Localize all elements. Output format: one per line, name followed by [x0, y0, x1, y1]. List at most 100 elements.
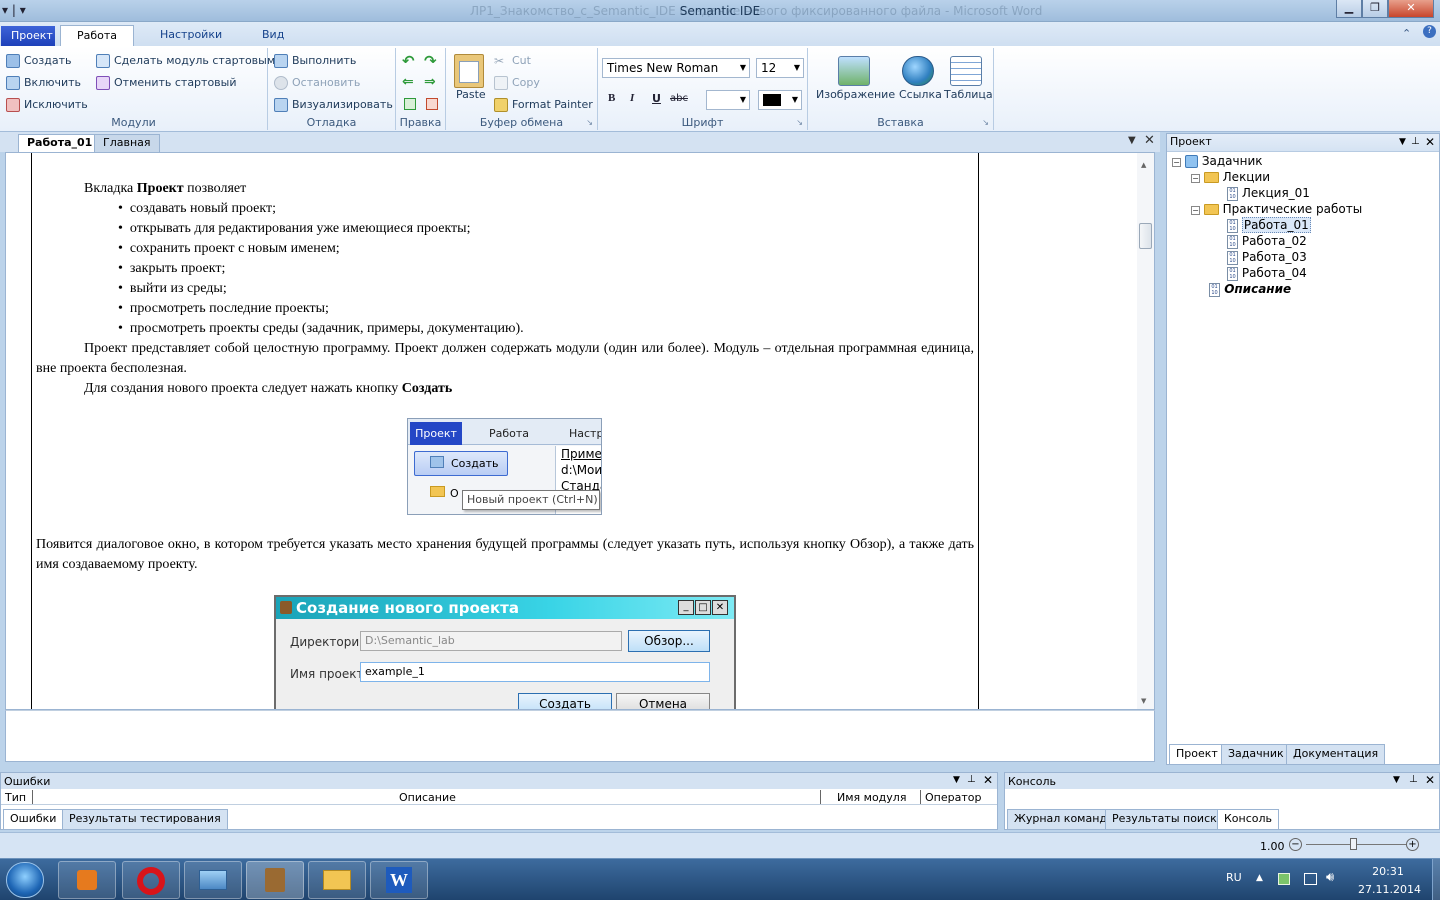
include-module-button[interactable]: Включить — [6, 76, 81, 90]
tree-work-01[interactable]: 01 10 Работа_01 — [1227, 217, 1311, 233]
tree-work-04[interactable]: 01 10 Работа_04 — [1227, 266, 1307, 281]
tab-project[interactable]: Проект — [1, 26, 55, 47]
clock-time[interactable]: 20:31 — [1358, 865, 1418, 878]
tab-work[interactable]: Работа — [60, 25, 134, 46]
exclude-module-button[interactable]: Исключить — [6, 98, 88, 112]
tab-command-log[interactable]: Журнал команд — [1007, 809, 1115, 829]
close-panel-icon[interactable]: ✕ — [1425, 773, 1435, 787]
close-panel-icon[interactable]: ✕ — [1425, 134, 1435, 150]
help-icon[interactable]: ? — [1423, 25, 1436, 38]
editor-scrollbar[interactable]: ▲ ▼ — [1137, 153, 1154, 709]
taskbar-word[interactable]: W — [370, 861, 428, 899]
tree-practical[interactable]: − Практические работы — [1191, 202, 1362, 216]
panel-menu-icon[interactable]: ▼ — [953, 775, 960, 785]
zoom-in-icon[interactable]: + — [1406, 838, 1419, 851]
dialog-launcher-icon[interactable]: ↘ — [796, 118, 803, 127]
taskbar-media-player[interactable] — [58, 861, 116, 899]
font-color-select[interactable]: ▼ — [758, 90, 802, 110]
taskbar-image-viewer[interactable] — [184, 861, 242, 899]
doc-tab-work01[interactable]: Работа_01 — [18, 134, 102, 152]
undo-icon[interactable]: ↶ — [402, 52, 415, 70]
clock-date[interactable]: 27.11.2014 — [1358, 883, 1421, 896]
visualize-button[interactable]: Визуализировать — [274, 98, 393, 112]
make-start-module-button[interactable]: Сделать модуль стартовым — [96, 54, 275, 68]
tab-errors[interactable]: Ошибки — [3, 809, 64, 829]
network-icon[interactable] — [1304, 873, 1317, 885]
tab-settings[interactable]: Настройки — [150, 25, 232, 46]
create-module-button[interactable]: Создать — [6, 54, 72, 68]
minimize-button[interactable]: ▁ — [1336, 0, 1362, 18]
pin-icon[interactable]: ⊥ — [1411, 134, 1420, 150]
arrow-right-icon[interactable]: ⇒ — [424, 74, 436, 90]
panel-tab-docs[interactable]: Документация — [1286, 744, 1386, 764]
tree-work-02[interactable]: 01 10 Работа_02 — [1227, 234, 1307, 249]
tab-search-results[interactable]: Результаты поиска — [1105, 809, 1231, 829]
font-size-select[interactable]: 12 ▼ — [756, 58, 804, 78]
zoom-thumb[interactable] — [1350, 838, 1357, 850]
arrow-left-icon[interactable]: ⇐ — [402, 74, 414, 90]
table-icon[interactable] — [950, 56, 982, 86]
document-editor[interactable]: Вкладка Проект позволяет • создавать нов… — [5, 152, 1155, 710]
italic-button[interactable]: I — [630, 92, 634, 104]
tree-lecture-01[interactable]: 01 10 Лекция_01 — [1227, 186, 1310, 201]
paste-icon[interactable] — [454, 54, 484, 88]
keyboard-language[interactable]: RU — [1226, 871, 1242, 884]
collapse-icon[interactable]: − — [1191, 174, 1200, 183]
tab-list-icon[interactable]: ▼ — [1128, 135, 1136, 146]
globe-link-icon[interactable] — [902, 56, 934, 86]
indent-icon[interactable] — [404, 98, 416, 110]
close-panel-icon[interactable]: ✕ — [983, 773, 993, 787]
format-painter-button[interactable]: Format Painter — [494, 98, 593, 112]
maximize-button[interactable]: ❐ — [1362, 0, 1388, 18]
scroll-thumb[interactable] — [1139, 223, 1152, 249]
volume-icon[interactable]: 🔊︎ — [1326, 870, 1334, 885]
tree-work-03[interactable]: 01 10 Работа_03 — [1227, 250, 1307, 265]
panel-menu-icon[interactable]: ▼ — [1393, 775, 1400, 785]
tab-view[interactable]: Вид — [252, 25, 294, 46]
highlight-color-select[interactable]: ▼ — [706, 90, 750, 110]
copy-button[interactable]: Copy — [494, 76, 540, 90]
cut-button[interactable]: ✂ Cut — [494, 54, 531, 68]
collapse-icon[interactable]: − — [1191, 206, 1200, 215]
scroll-up-icon[interactable]: ▲ — [1141, 161, 1146, 169]
taskbar-semantic-ide[interactable] — [246, 861, 304, 899]
dialog-launcher-icon[interactable]: ↘ — [982, 118, 989, 127]
pin-icon[interactable]: ⊥ — [1409, 774, 1418, 785]
run-button[interactable]: Выполнить — [274, 54, 356, 68]
doc-tab-main[interactable]: Главная — [94, 134, 160, 152]
tray-app-icon[interactable] — [1278, 873, 1290, 885]
dialog-launcher-icon[interactable]: ↘ — [586, 118, 593, 127]
scroll-down-icon[interactable]: ▼ — [1141, 697, 1146, 705]
column-operator[interactable]: Оператор — [925, 791, 981, 804]
font-family-select[interactable]: Times New Roman ▼ — [602, 58, 750, 78]
panel-menu-icon[interactable]: ▼ — [1399, 134, 1406, 150]
panel-tab-tasks[interactable]: Задачник — [1221, 744, 1291, 764]
tray-expand-icon[interactable]: ▲ — [1256, 873, 1263, 883]
bold-button[interactable]: B — [608, 92, 615, 104]
tree-lectures[interactable]: − Лекции — [1191, 170, 1270, 184]
panel-tab-project[interactable]: Проект — [1169, 744, 1225, 764]
outdent-icon[interactable] — [426, 98, 438, 110]
image-icon[interactable] — [838, 56, 870, 86]
collapse-icon[interactable]: − — [1172, 158, 1181, 167]
stop-button[interactable]: Остановить — [274, 76, 360, 90]
start-button[interactable] — [6, 862, 44, 898]
paste-button[interactable]: Paste — [456, 88, 486, 101]
taskbar-explorer[interactable] — [308, 861, 366, 899]
zoom-out-icon[interactable]: − — [1289, 838, 1302, 851]
underline-button[interactable]: U — [652, 92, 661, 105]
close-doc-icon[interactable]: ✕ — [1144, 133, 1155, 148]
column-module[interactable]: Имя модуля — [837, 791, 906, 804]
taskbar-opera[interactable] — [122, 861, 180, 899]
column-type[interactable]: Тип — [5, 791, 26, 804]
insert-table-button[interactable]: Таблица — [944, 88, 993, 101]
column-description[interactable]: Описание — [399, 791, 456, 804]
tree-root[interactable]: − Задачник — [1172, 154, 1263, 168]
redo-icon[interactable]: ↷ — [424, 52, 437, 70]
insert-image-button[interactable]: Изображение — [816, 88, 895, 101]
insert-link-button[interactable]: Ссылка — [899, 88, 942, 101]
pin-icon[interactable]: ⊥ — [967, 774, 976, 785]
close-button[interactable]: ✕ — [1388, 0, 1434, 18]
strikethrough-button[interactable]: abc — [670, 93, 688, 104]
collapse-ribbon-icon[interactable]: ⌃ — [1402, 27, 1411, 40]
